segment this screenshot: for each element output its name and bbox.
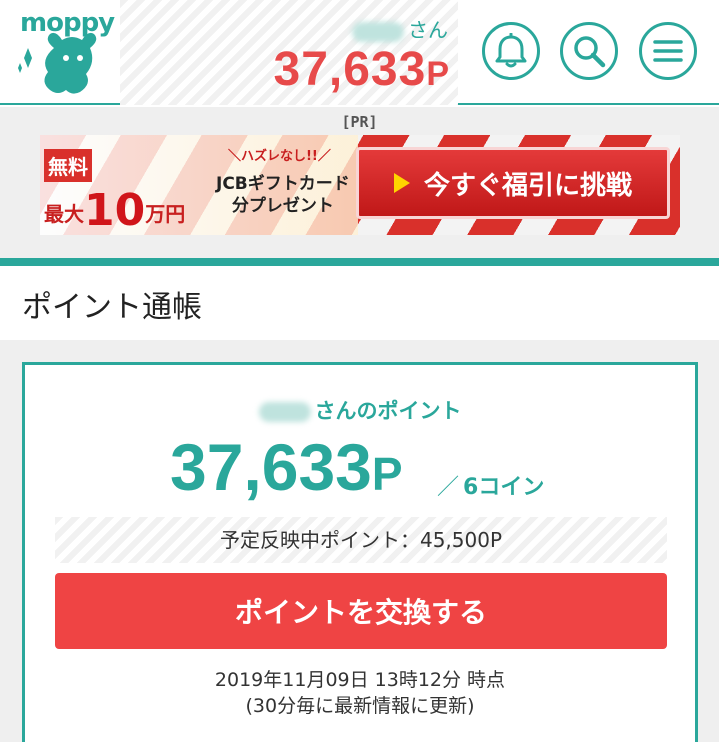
banner-no-lose-text: ＼ハズレなし!!／ <box>228 149 331 164</box>
page-title: ポイント通帳 <box>22 290 202 325</box>
lottery-challenge-button[interactable]: 今すぐ福引に挑戦 <box>356 147 670 219</box>
points-card: さんのポイント 37,633P ／ 6コイン 予定反映中ポイント：45,500P … <box>22 362 698 742</box>
pending-points: 予定反映中ポイント：45,500P <box>55 517 667 563</box>
banner-promo: 無料 最大10万円 ＼ハズレなし!!／ JCBギフトカード 分プレゼント <box>40 135 358 235</box>
banner-max-amount: 最大10万円 <box>44 185 186 235</box>
search-button[interactable] <box>560 22 618 80</box>
card-coin: ／ 6コイン <box>437 475 545 500</box>
site-header: moppy さん 37,633P <box>0 0 719 105</box>
update-timestamp: 2019年11月09日 13時12分 時点 (30分毎に最新情報に更新) <box>214 669 506 717</box>
section-divider <box>0 258 719 266</box>
header-points: 37,633P <box>274 42 451 97</box>
play-triangle-icon <box>393 173 410 193</box>
coin-count: 6コイン <box>463 475 545 500</box>
banner-gift-text: JCBギフトカード 分プレゼント <box>216 174 350 216</box>
card-points-unit: P <box>371 448 403 500</box>
menu-button[interactable] <box>639 22 697 80</box>
search-icon <box>574 36 606 68</box>
menu-icon <box>653 40 683 62</box>
points-card-area: さんのポイント 37,633P ／ 6コイン 予定反映中ポイント：45,500P … <box>0 340 719 742</box>
pr-area: [PR] 無料 最大10万円 ＼ハズレなし!!／ JCBギフトカード 分プレゼン… <box>0 107 719 258</box>
header-user-name: さん <box>352 14 448 43</box>
exchange-points-button[interactable]: ポイントを交換する <box>55 573 667 649</box>
pr-label: [PR] <box>341 113 378 131</box>
mascot-icon <box>18 32 97 94</box>
blurred-username <box>258 402 311 422</box>
lottery-banner[interactable]: 無料 最大10万円 ＼ハズレなし!!／ JCBギフトカード 分プレゼント 今すぐ… <box>40 135 680 235</box>
bell-icon <box>495 33 527 68</box>
card-points-value: 37,633 <box>170 430 372 504</box>
blurred-username <box>352 21 404 42</box>
header-user-points[interactable]: さん 37,633P <box>120 0 458 105</box>
header-points-unit: P <box>426 55 450 93</box>
card-points: 37,633P <box>170 429 403 505</box>
notification-button[interactable] <box>482 22 540 80</box>
card-user-label: さんのポイント <box>25 395 695 425</box>
moppy-logo[interactable]: moppy <box>16 6 115 98</box>
banner-free-label: 無料 <box>44 149 92 182</box>
header-points-value: 37,633 <box>273 43 427 96</box>
